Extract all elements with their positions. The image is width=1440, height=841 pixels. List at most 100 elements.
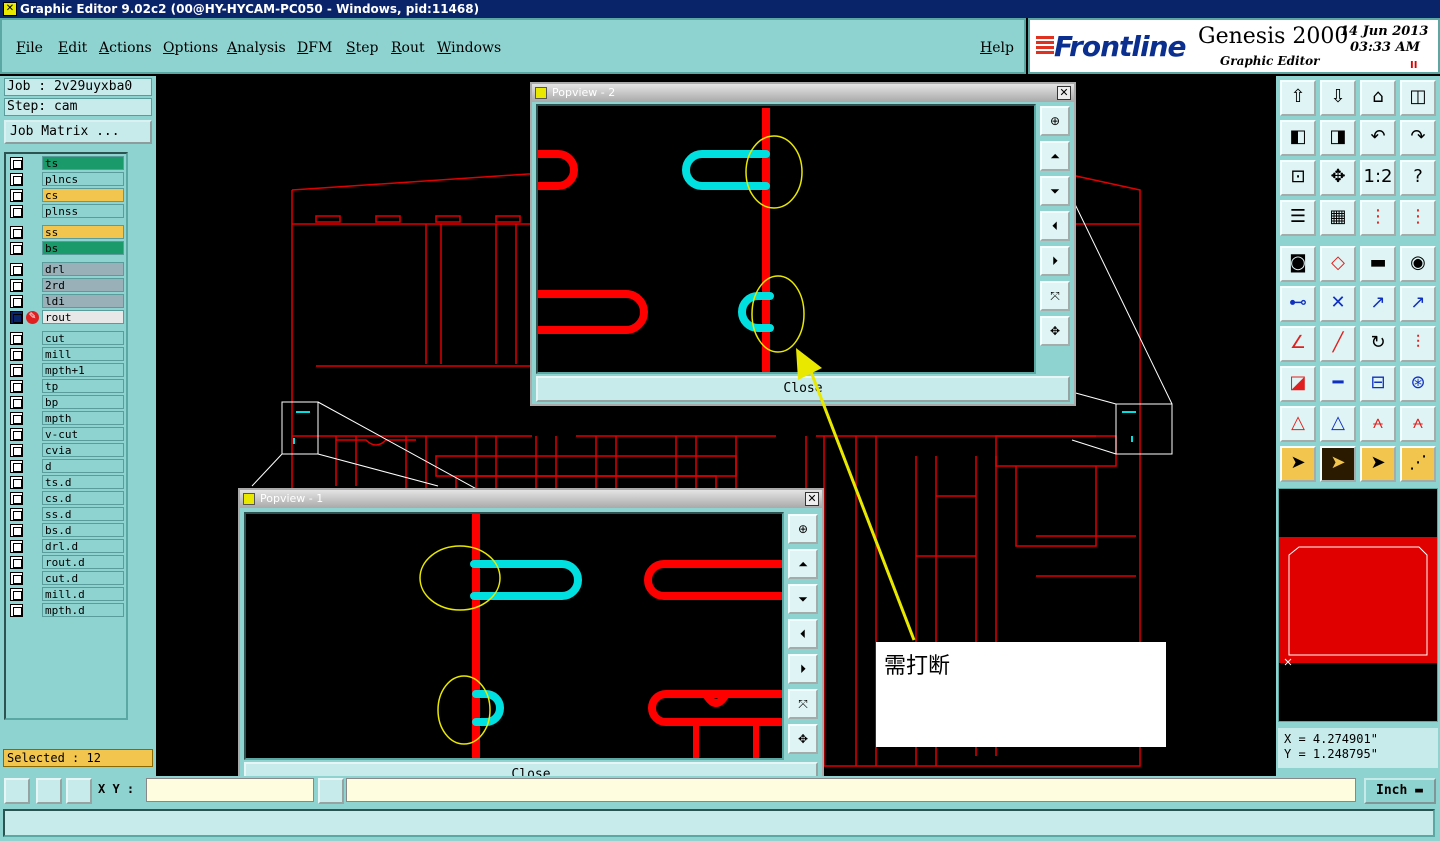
angle-icon[interactable]: ∠ — [1280, 326, 1316, 362]
connect-icon[interactable]: ⊷ — [1280, 286, 1316, 322]
xy-input[interactable] — [146, 778, 314, 802]
line-shape-icon[interactable]: ━ — [1320, 366, 1356, 402]
layer-row-rout[interactable]: ✎ rout — [8, 310, 126, 325]
layer-checkbox[interactable] — [10, 263, 23, 276]
layer-checkbox[interactable] — [10, 396, 23, 409]
layer-row-ts-d[interactable]: ts.d — [8, 475, 126, 490]
pointer-box-icon[interactable]: ➤ — [1360, 446, 1396, 482]
layer-row-mpth[interactable]: mpth — [8, 411, 126, 426]
layer-checkbox[interactable] — [10, 242, 23, 255]
layer-row-drl-d[interactable]: drl.d — [8, 539, 126, 554]
circles-icon[interactable]: ⊛ — [1400, 366, 1436, 402]
layer-checkbox[interactable] — [10, 173, 23, 186]
menu-actions[interactable]: Actions — [99, 40, 152, 56]
menu-dfm[interactable]: DFM — [297, 40, 332, 56]
layer-checkbox[interactable] — [10, 604, 23, 617]
pad-shape-icon[interactable]: ◪ — [1280, 366, 1316, 402]
layer-checkbox[interactable] — [10, 588, 23, 601]
layer-row-ss-d[interactable]: ss.d — [8, 507, 126, 522]
zoom-in-icon[interactable]: ⊕ — [1040, 106, 1070, 136]
menu-windows[interactable]: Windows — [437, 40, 501, 56]
measure-angle-icon[interactable] — [36, 778, 62, 804]
layer-row-bs[interactable]: bs — [8, 241, 126, 256]
snap-icon[interactable]: ⋮ — [1360, 200, 1396, 236]
layer-row-ts[interactable]: ts — [8, 156, 126, 171]
menu-analysis[interactable]: Analysis — [227, 40, 286, 56]
layer-checkbox[interactable] — [10, 226, 23, 239]
pan-left-icon[interactable]: ◧ — [1280, 120, 1316, 156]
arch-icon[interactable]: ⩜ — [1360, 406, 1396, 442]
layer-checkbox[interactable] — [10, 492, 23, 505]
pan-down-icon[interactable]: ⏷ — [1040, 176, 1070, 206]
net-icon[interactable]: ⋰ — [1400, 446, 1436, 482]
home-icon[interactable]: ⌂ — [1360, 80, 1396, 116]
layer-row-cs-d[interactable]: cs.d — [8, 491, 126, 506]
settings-icon[interactable]: ☰ — [1280, 200, 1316, 236]
layer-row-plnss[interactable]: plnss — [8, 204, 126, 219]
pointer-icon[interactable]: ➤ — [1280, 446, 1316, 482]
layer-row-cvia[interactable]: cvia — [8, 443, 126, 458]
triangle-alt-icon[interactable]: △ — [1320, 406, 1356, 442]
help-icon[interactable]: ? — [1400, 160, 1436, 196]
pause-icon[interactable]: II — [1410, 60, 1417, 71]
snap-alt-icon[interactable]: ⋮ — [1400, 200, 1436, 236]
layer-row-drl[interactable]: drl — [8, 262, 126, 277]
layer-row-cs[interactable]: cs — [8, 188, 126, 203]
layer-checkbox[interactable] — [10, 295, 23, 308]
layer-row-v-cut[interactable]: v-cut — [8, 427, 126, 442]
menu-file[interactable]: File — [16, 40, 43, 56]
copy-icon[interactable]: ↗ — [1400, 286, 1436, 322]
layer-checkbox[interactable] — [10, 476, 23, 489]
window-icon[interactable]: ◫ — [1400, 80, 1436, 116]
menu-options[interactable]: Options — [163, 40, 218, 56]
layer-checkbox[interactable] — [10, 444, 23, 457]
zoom-fit-icon[interactable]: ⊡ — [1280, 160, 1316, 196]
pan-right-icon[interactable]: ⏵ — [788, 654, 818, 684]
layer-checkbox[interactable] — [10, 332, 23, 345]
cross-icon[interactable]: ✕ — [1320, 286, 1356, 322]
overview-map[interactable] — [1278, 488, 1438, 722]
layer-row-mpth-d[interactable]: mpth.d — [8, 603, 126, 618]
menu-edit[interactable]: Edit — [58, 40, 87, 56]
layer-row-cut-d[interactable]: cut.d — [8, 571, 126, 586]
grid-snap-icon[interactable] — [66, 778, 92, 804]
layer-checkbox[interactable] — [10, 157, 23, 170]
move-icon[interactable]: ↗ — [1360, 286, 1396, 322]
layer-checkbox[interactable] — [10, 572, 23, 585]
zoom-center-icon[interactable]: ✥ — [1320, 160, 1356, 196]
scale-1-2-icon[interactable]: 1:2 — [1360, 160, 1396, 196]
zoom-fit-icon[interactable]: ⤧ — [788, 689, 818, 719]
layer-checkbox[interactable] — [10, 412, 23, 425]
layer-checkbox[interactable] — [10, 508, 23, 521]
zoom-home-icon[interactable]: ✥ — [1040, 316, 1070, 346]
layer-checkbox[interactable] — [10, 556, 23, 569]
layer-row-plncs[interactable]: plncs — [8, 172, 126, 187]
zoom-home-icon[interactable]: ✥ — [788, 724, 818, 754]
layer-row-d[interactable]: d — [8, 459, 126, 474]
arch-alt-icon[interactable]: ⩜ — [1400, 406, 1436, 442]
layer-checkbox[interactable] — [10, 348, 23, 361]
close-icon[interactable]: ✕ — [1057, 86, 1071, 100]
layer-checkbox[interactable] — [10, 364, 23, 377]
menu-help[interactable]: Help — [980, 40, 1014, 56]
layer-checkbox[interactable] — [10, 279, 23, 292]
popview-1-canvas[interactable] — [244, 512, 786, 761]
layer-row-bs-d[interactable]: bs.d — [8, 523, 126, 538]
layer-checkbox[interactable] — [10, 540, 23, 553]
zoom-area-icon[interactable] — [4, 778, 30, 804]
popview-1-titlebar[interactable]: Popview - 1 ✕ — [240, 490, 822, 508]
layer-checkbox[interactable] — [10, 460, 23, 473]
layer-row-mill-d[interactable]: mill.d — [8, 587, 126, 602]
triangle-icon[interactable]: △ — [1280, 406, 1316, 442]
measure-icon[interactable]: ▬ — [1360, 246, 1396, 282]
select-box-icon[interactable]: ◉ — [1400, 246, 1436, 282]
layer-checkbox[interactable] — [10, 205, 23, 218]
layer-row-mpth-1[interactable]: mpth+1 — [8, 363, 126, 378]
dimension-icon[interactable]: ⊟ — [1360, 366, 1396, 402]
layer-row-ss[interactable]: ss — [8, 225, 126, 240]
pan-right-icon[interactable]: ◨ — [1320, 120, 1356, 156]
layer-row-bp[interactable]: bp — [8, 395, 126, 410]
mirror-icon[interactable]: ⫶ — [1400, 326, 1436, 362]
popview-2-canvas[interactable] — [534, 104, 1036, 374]
redo-icon[interactable]: ↷ — [1400, 120, 1436, 156]
